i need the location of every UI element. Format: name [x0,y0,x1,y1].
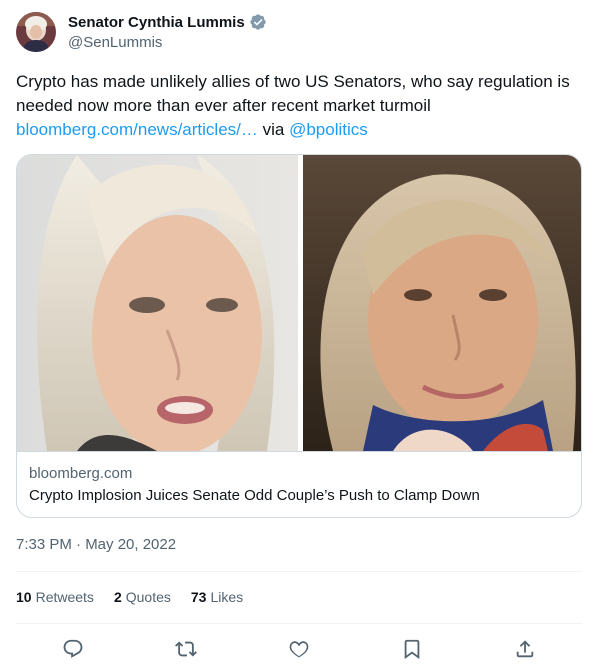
author-name[interactable]: Senator Cynthia Lummis [68,14,245,31]
article-link[interactable]: bloomberg.com/news/articles/… [16,120,258,139]
via-text: via [262,120,285,139]
share-icon[interactable] [508,636,542,662]
card-title: Crypto Implosion Juices Senate Odd Coupl… [29,487,480,504]
card-meta[interactable]: bloomberg.com Crypto Implosion Juices Se… [17,451,581,517]
tweet-body: Crypto has made unlikely allies of two U… [16,72,570,115]
author-handle[interactable]: @SenLummis [68,34,267,51]
card-image[interactable] [17,155,581,451]
quotes-label: Quotes [125,589,171,605]
reply-icon[interactable] [56,636,90,662]
likes-label: Likes [210,589,244,605]
link-preview-card[interactable]: bloomberg.com Crypto Implosion Juices Se… [16,154,582,518]
quotes-stat[interactable]: 2 Quotes [114,589,171,605]
author-avatar[interactable] [16,12,56,52]
likes-stat[interactable]: 73 Likes [191,589,243,605]
card-photo-left [17,155,298,451]
retweet-icon[interactable] [169,636,203,662]
card-photo-right [303,155,581,451]
retweets-label: Retweets [35,589,94,605]
bookmark-icon[interactable] [395,636,429,662]
quotes-count: 2 [113,589,122,605]
tweet-text: Crypto has made unlikely allies of two U… [16,70,582,142]
divider-top [16,571,582,572]
author-block: Senator Cynthia Lummis @SenLummis [68,12,267,51]
tweet-timestamp[interactable]: 7:33 PM · May 20, 2022 [16,536,176,553]
verified-badge-icon [249,13,267,31]
tweet-stats: 10 Retweets 2 Quotes 73 Likes [16,589,243,605]
action-bar [16,636,582,662]
retweets-count: 10 [16,589,32,605]
likes-count: 73 [190,589,207,605]
divider-bottom [16,623,582,624]
mention-link[interactable]: @bpolitics [289,120,368,139]
card-domain: bloomberg.com [29,465,133,482]
retweets-stat[interactable]: 10 Retweets [16,589,94,605]
like-icon[interactable] [282,636,316,662]
